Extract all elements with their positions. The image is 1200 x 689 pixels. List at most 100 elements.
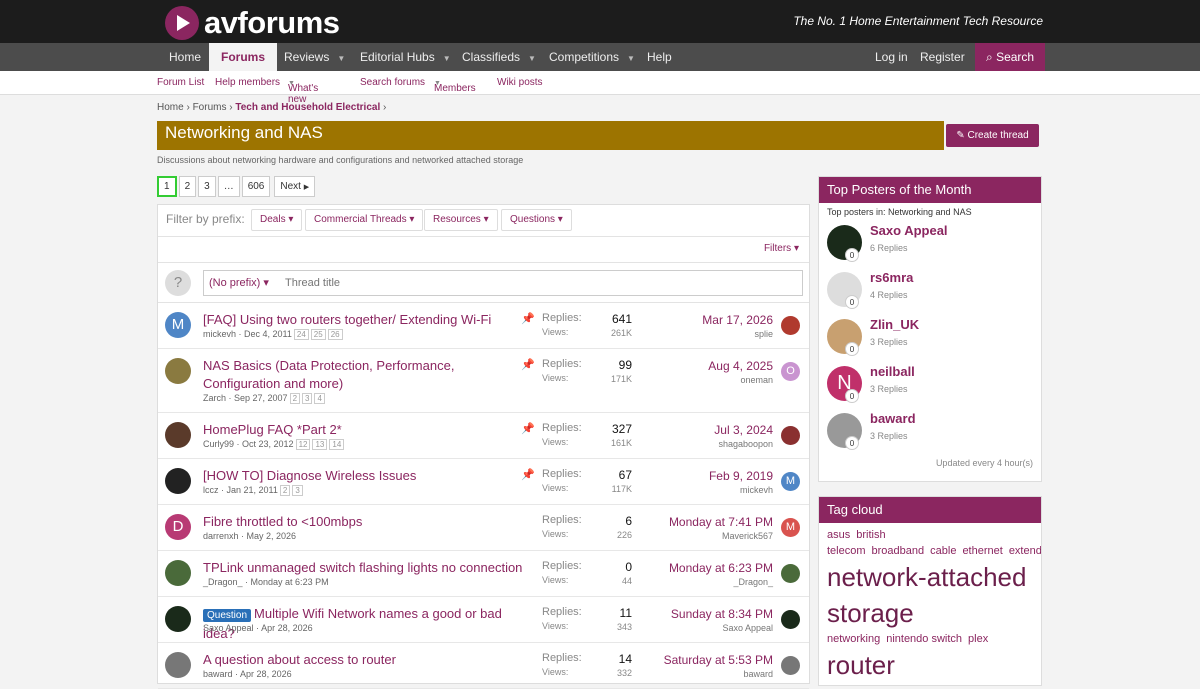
nav-help[interactable]: Help	[647, 43, 672, 71]
register-link[interactable]: Register	[920, 43, 965, 71]
thread-page-link[interactable]: 26	[327, 329, 343, 340]
thread-row[interactable]: A question about access to router baward …	[158, 643, 809, 689]
thread-title[interactable]: [FAQ] Using two routers together/ Extend…	[203, 311, 523, 329]
search-button[interactable]: ⌕ Search	[975, 43, 1046, 71]
last-post-date[interactable]: Saturday at 5:53 PM	[664, 653, 773, 667]
thread-row[interactable]: NAS Basics (Data Protection, Performance…	[158, 349, 809, 413]
poster-name[interactable]: Zlin_UK	[870, 317, 919, 332]
avatar[interactable]	[165, 358, 191, 384]
last-poster-avatar[interactable]: O	[781, 362, 800, 381]
last-post-date[interactable]: Feb 9, 2019	[709, 469, 773, 483]
poster-name[interactable]: rs6mra	[870, 270, 913, 285]
site-logo[interactable]: avforums	[165, 5, 340, 41]
poster-name[interactable]: neilball	[870, 364, 915, 379]
avatar[interactable]	[165, 652, 191, 678]
last-post-date[interactable]: Monday at 6:23 PM	[669, 561, 773, 575]
tag-link[interactable]: network-attached storage	[827, 562, 1026, 628]
thread-title[interactable]: HomePlug FAQ *Part 2*	[203, 421, 523, 439]
nav-classifieds[interactable]: Classifieds ▼	[462, 43, 536, 71]
thread-row[interactable]: D Fibre throttled to <100mbps darrenxh · M…	[158, 505, 809, 551]
page-link[interactable]: 1	[157, 176, 177, 197]
last-post-user[interactable]: oneman	[740, 375, 773, 385]
nav-forums[interactable]: Forums	[209, 43, 278, 71]
thread-page-link[interactable]: 24	[293, 329, 309, 340]
thread-page-link[interactable]: 12	[295, 439, 311, 450]
subnav-wiki[interactable]: Wiki posts	[497, 77, 543, 88]
last-post-user[interactable]: Maverick567	[722, 531, 773, 541]
thread-row[interactable]: [HOW TO] Diagnose Wireless Issues lccz · …	[158, 459, 809, 505]
page-link[interactable]: 3	[198, 176, 216, 197]
last-poster-avatar[interactable]: M	[781, 472, 800, 491]
breadcrumb-section[interactable]: Tech and Household Electrical	[235, 102, 380, 113]
filter-resources-button[interactable]: Resources ▾	[424, 209, 498, 231]
last-post-user[interactable]: baward	[743, 669, 773, 679]
tag-link[interactable]: router	[827, 650, 895, 680]
thread-row[interactable]: Question Multiple Wifi Network names a go…	[158, 597, 809, 643]
tag-link[interactable]: ethernet	[962, 545, 1002, 557]
tag-link[interactable]: networking	[827, 633, 880, 645]
breadcrumb-home[interactable]: Home	[157, 102, 184, 113]
avatar[interactable]	[165, 606, 191, 632]
thread-author[interactable]: lccz	[203, 485, 219, 495]
nav-competitions[interactable]: Competitions ▼	[549, 43, 635, 71]
avatar[interactable]	[165, 560, 191, 586]
breadcrumb-forums[interactable]: Forums	[193, 102, 227, 113]
prefix-select[interactable]: (No prefix) ▾	[203, 270, 281, 296]
filter-questions-button[interactable]: Questions ▾	[501, 209, 572, 231]
thread-page-link[interactable]: 2	[289, 393, 301, 404]
subnav-forum-list[interactable]: Forum List	[157, 77, 204, 88]
page-link[interactable]: 2	[178, 176, 197, 197]
thread-title[interactable]: Fibre throttled to <100mbps	[203, 513, 523, 531]
thread-title[interactable]: A question about access to router	[203, 651, 523, 669]
thread-page-link[interactable]: 25	[310, 329, 326, 340]
last-post-date[interactable]: Monday at 7:41 PM	[669, 515, 773, 529]
last-poster-avatar[interactable]	[781, 564, 800, 583]
thread-author[interactable]: mickevh	[203, 329, 236, 339]
subnav-whats-new[interactable]: What's new ▼	[288, 77, 318, 105]
thread-row[interactable]: M [FAQ] Using two routers together/ Exten…	[158, 303, 809, 349]
prefix-badge[interactable]: Question	[203, 609, 252, 622]
last-poster-avatar[interactable]	[781, 610, 800, 629]
tag-link[interactable]: cable	[930, 545, 956, 557]
thread-author[interactable]: Zarch	[203, 393, 226, 403]
last-post-user[interactable]: mickevh	[740, 485, 773, 495]
nav-home[interactable]: Home	[169, 43, 201, 71]
tag-link[interactable]: plex	[968, 633, 988, 645]
thread-page-link[interactable]: 4	[314, 393, 325, 404]
thread-title[interactable]: NAS Basics (Data Protection, Performance…	[203, 357, 523, 393]
last-poster-avatar[interactable]: M	[781, 518, 800, 537]
thread-title[interactable]: TPLink unmanaged switch flashing lights …	[203, 559, 523, 577]
last-post-date[interactable]: Aug 4, 2025	[708, 359, 773, 373]
subnav-help-members[interactable]: Help members	[215, 77, 280, 88]
login-link[interactable]: Log in	[875, 43, 908, 71]
thread-page-link[interactable]: 3	[292, 485, 303, 496]
avatar[interactable]: D	[165, 514, 191, 540]
thread-author[interactable]: _Dragon_	[203, 577, 243, 587]
tag-link[interactable]: extender	[1009, 545, 1041, 557]
last-post-date[interactable]: Sunday at 8:34 PM	[671, 607, 773, 621]
thread-author[interactable]: darrenxh	[203, 531, 239, 541]
last-post-user[interactable]: Saxo Appeal	[722, 623, 773, 633]
thread-author[interactable]: baward	[203, 669, 233, 679]
tag-link[interactable]: broadband	[872, 545, 925, 557]
last-post-user[interactable]: _Dragon_	[733, 577, 773, 587]
avatar[interactable]	[165, 422, 191, 448]
last-post-user[interactable]: splie	[754, 329, 773, 339]
poster-name[interactable]: baward	[870, 411, 916, 426]
last-poster-avatar[interactable]	[781, 656, 800, 675]
thread-row[interactable]: TPLink unmanaged switch flashing lights …	[158, 551, 809, 597]
avatar[interactable]: M	[165, 312, 191, 338]
thread-author[interactable]: Curly99	[203, 439, 234, 449]
thread-page-link[interactable]: 2	[279, 485, 291, 496]
page-link[interactable]: 606	[241, 176, 271, 197]
filters-button[interactable]: Filters ▾	[764, 243, 799, 254]
next-page-button[interactable]: Next ▶	[274, 176, 316, 197]
thread-page-link[interactable]: 3	[302, 393, 313, 404]
create-thread-button[interactable]: ✎ Create thread	[946, 124, 1039, 147]
subnav-search-forums[interactable]: Search forums	[360, 77, 425, 88]
last-poster-avatar[interactable]	[781, 426, 800, 445]
subnav-members[interactable]: Members ▼	[434, 77, 476, 94]
tag-link[interactable]: asus	[827, 529, 850, 541]
poster-name[interactable]: Saxo Appeal	[870, 223, 948, 238]
thread-page-link[interactable]: 13	[312, 439, 328, 450]
